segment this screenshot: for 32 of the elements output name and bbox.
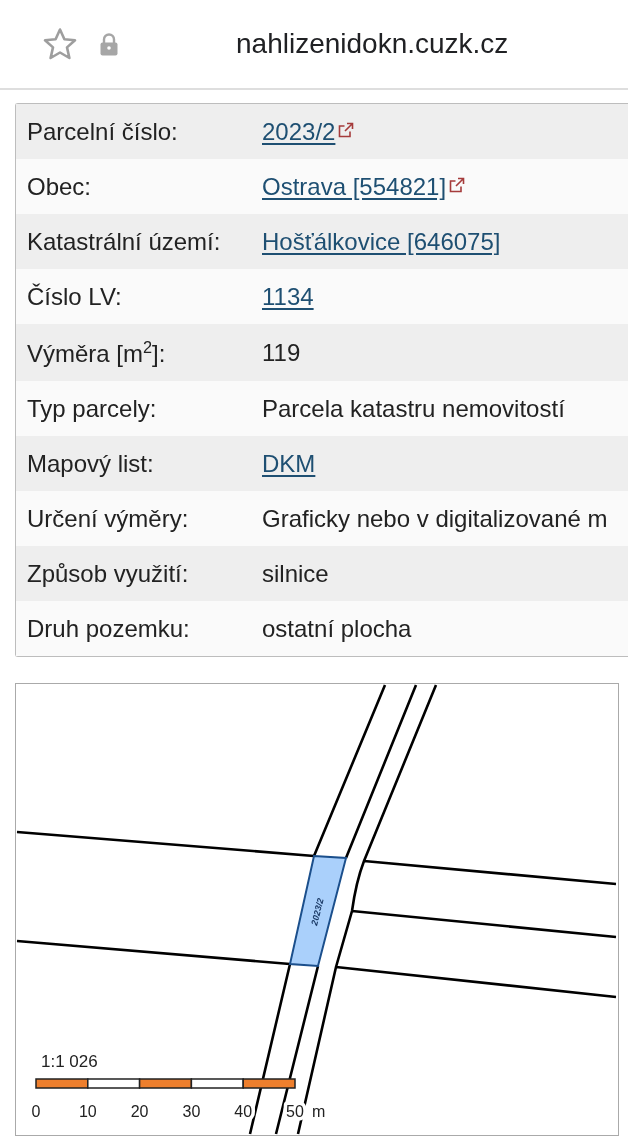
field-value: 119 <box>262 340 301 365</box>
scale-tick-label: 10 <box>78 1102 97 1120</box>
field-label: Typ parcely: <box>27 395 158 421</box>
scale-tick-label: 0 <box>31 1102 41 1120</box>
field-label: Parcelní číslo: <box>27 119 179 144</box>
bookmark-star-icon[interactable] <box>42 27 78 61</box>
external-link-icon[interactable] <box>338 121 355 138</box>
value-link[interactable]: 2023/2 <box>262 119 336 144</box>
field-label: Druh pozemku: <box>27 615 191 641</box>
value-link[interactable]: Hošťálkovice [646075] <box>262 229 501 254</box>
value-link[interactable]: Ostrava [554821] <box>262 174 447 199</box>
field-label: Obec: <box>27 174 93 199</box>
field-label: Katastrální území: <box>27 229 222 254</box>
scale-tick-label: 20 <box>130 1102 149 1120</box>
field-label: Mapový list: <box>27 450 155 476</box>
scale-tick-label: 40 <box>234 1102 253 1120</box>
scale-unit-label: m <box>312 1102 326 1120</box>
map-scale-label: 1:1 026 <box>41 1051 98 1071</box>
field-label: Určení výměry: <box>27 505 190 531</box>
field-value: Graficky nebo v digitalizované m <box>262 505 608 531</box>
field-label: Výměra [m$^{2}$]: <box>27 339 167 366</box>
field-value: ostatní plocha <box>262 615 412 641</box>
parcel-number-label: 2023/2 <box>309 897 326 927</box>
scale-tick-label: 30 <box>182 1102 201 1120</box>
value-link[interactable]: 1134 <box>262 284 314 309</box>
value-link[interactable]: DKM <box>262 450 316 476</box>
page-url: nahlizenidokn.cuzk.cz <box>236 28 509 60</box>
field-value: Parcela katastru nemovitostí <box>262 395 565 421</box>
external-link-icon[interactable] <box>449 176 466 193</box>
field-label: Způsob využití: <box>27 560 190 586</box>
field-label: Číslo LV: <box>27 284 123 309</box>
field-value: silnice <box>262 560 329 586</box>
